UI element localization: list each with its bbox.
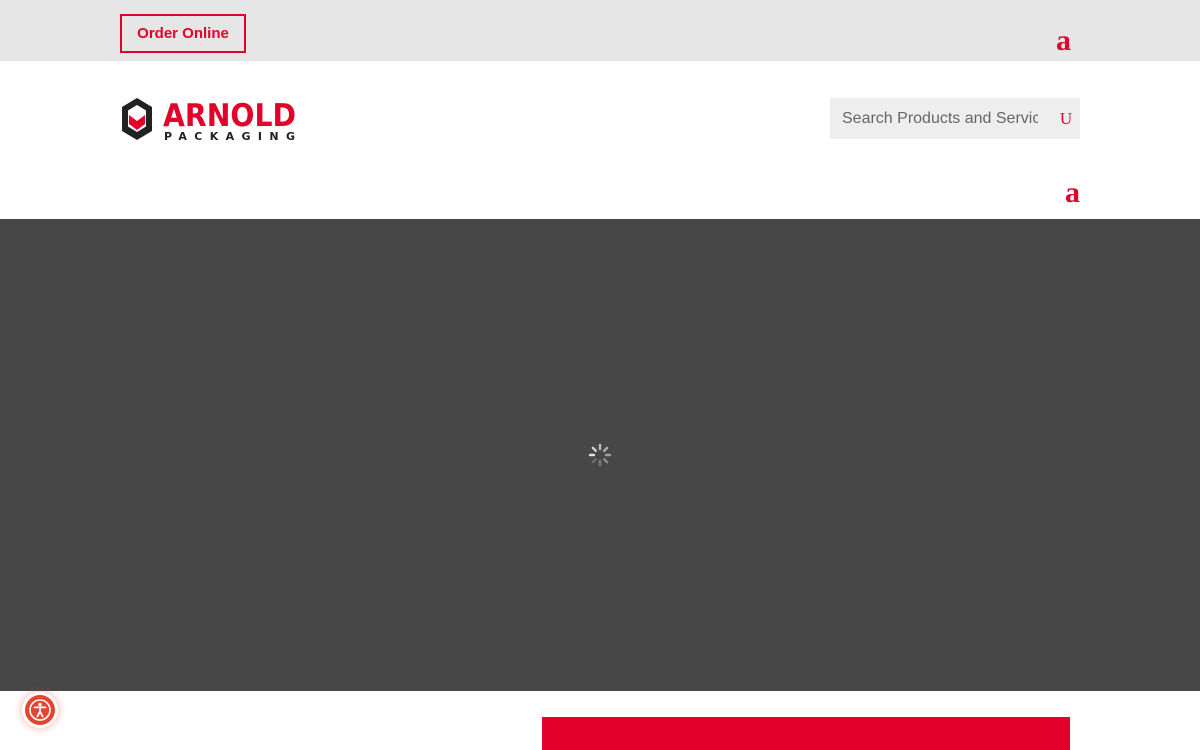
logo-brand-text: ARNOLD <box>163 98 296 134</box>
cart-icon[interactable]: a <box>1056 26 1071 56</box>
accessibility-icon <box>29 699 51 721</box>
red-content-block <box>542 717 1070 750</box>
hero-slider <box>0 219 1200 691</box>
loading-spinner-icon <box>588 443 612 467</box>
search-icon[interactable]: U <box>1052 98 1080 139</box>
logo-mark: ARNOLD PACKAGING <box>122 98 296 143</box>
accessibility-button[interactable] <box>25 695 55 725</box>
logo-tagline-text: PACKAGING <box>164 130 295 143</box>
order-online-button[interactable]: Order Online <box>120 14 246 53</box>
search-box: U <box>830 98 1080 139</box>
arnold-packaging-logo[interactable]: ARNOLD PACKAGING <box>119 96 299 144</box>
top-bar: Order Online a <box>0 0 1200 61</box>
site-header: ARNOLD PACKAGING U a <box>0 61 1200 219</box>
menu-icon[interactable]: a <box>1065 178 1080 208</box>
search-input[interactable] <box>830 98 1038 139</box>
